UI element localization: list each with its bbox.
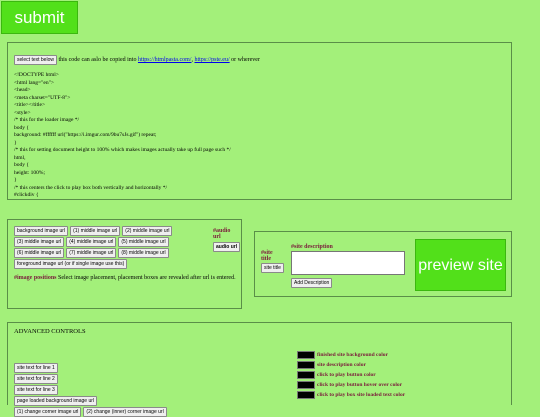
image-positions-label: #image positions	[14, 275, 57, 281]
middle-image-7-url-button[interactable]: (7) middle image url	[66, 248, 117, 258]
site-title-button[interactable]: site title	[261, 263, 284, 273]
color-row: finished site background color	[297, 351, 405, 359]
or-wherever-text: or wherever	[229, 57, 260, 63]
middle-image-4-url-button[interactable]: (4) middle image url	[66, 237, 117, 247]
middle-image-5-url-button[interactable]: (5) middle image url	[118, 237, 169, 247]
background-color-picker[interactable]	[297, 351, 315, 359]
color-label: click to play box site loaded text color	[317, 392, 406, 398]
color-label: finished site background color	[317, 352, 388, 358]
corner-image-1-button[interactable]: (1) change corner image url	[14, 407, 82, 417]
middle-image-1-url-button[interactable]: (1) middle image url	[70, 226, 121, 236]
color-row: click to play box site loaded text color	[297, 391, 405, 399]
middle-image-3-url-button[interactable]: (3) middle image url	[14, 237, 65, 247]
description-color-picker[interactable]	[297, 361, 315, 369]
background-image-url-button[interactable]: background image url	[14, 226, 69, 236]
preview-site-button[interactable]: preview site	[415, 239, 506, 291]
code-text[interactable]: <!DOCTYPE html> <html lang="en"> <head> …	[14, 72, 505, 198]
site-description-label: #site description	[291, 244, 333, 250]
site-description-input[interactable]	[291, 251, 405, 275]
audio-url-button[interactable]: audio url	[213, 242, 241, 252]
copy-note: this code can aslo be copied into	[58, 57, 137, 63]
image-positions: #image positions Select image placement,…	[14, 275, 239, 282]
middle-image-8-url-button[interactable]: (8) middle image url	[118, 248, 169, 258]
color-row: click to play button color	[297, 371, 405, 379]
foreground-image-url-button[interactable]: foreground image url (or if single image…	[14, 259, 128, 269]
play-button-color-picker[interactable]	[297, 371, 315, 379]
middle-image-2-url-button[interactable]: (2) middle image url	[122, 226, 173, 236]
loaded-text-color-picker[interactable]	[297, 391, 315, 399]
select-text-button[interactable]: select text below	[14, 55, 57, 65]
color-row: site description color	[297, 361, 405, 369]
color-label: click to play button color	[317, 372, 376, 378]
site-text-line-1-button[interactable]: site text for line 1	[14, 363, 58, 373]
color-row: click to play button hover over color	[297, 381, 405, 389]
code-panel: select text below this code can aslo be …	[7, 42, 512, 200]
corner-image-buttons: (1) change corner image url (2) change (…	[14, 407, 167, 417]
audio-label: #audio url	[213, 228, 231, 240]
images-panel: background image url (1) middle image ur…	[7, 219, 242, 309]
image-url-buttons: background image url (1) middle image ur…	[14, 226, 194, 269]
site-description-section: #site description Add Description	[291, 244, 405, 288]
pste-link[interactable]: https://pste.eu/	[194, 57, 229, 63]
site-text-line-2-button[interactable]: site text for line 2	[14, 374, 58, 384]
add-description-button[interactable]: Add Description	[291, 278, 333, 288]
color-label: click to play button hover over color	[317, 382, 403, 388]
advanced-controls-title: ADVANCED CONTROLS	[14, 328, 86, 335]
site-title-section: #site title site title	[261, 250, 284, 273]
htmlpasta-link[interactable]: https://htmlpasta.com/	[138, 57, 192, 63]
advanced-text-buttons: site text for line 1 site text for line …	[14, 363, 214, 417]
play-button-hover-color-picker[interactable]	[297, 381, 315, 389]
image-positions-text: Select image placement, placement boxes …	[56, 275, 236, 281]
site-title-label: #site title	[261, 250, 273, 262]
advanced-controls-panel: ADVANCED CONTROLS site text for line 1 s…	[7, 322, 512, 417]
corner-image-2-button[interactable]: (2) change (inner) corner image url	[83, 407, 167, 417]
site-panel: #site title site title #site description…	[254, 231, 512, 297]
site-text-line-3-button[interactable]: site text for line 3	[14, 385, 58, 395]
color-controls: finished site background color site desc…	[297, 351, 405, 399]
audio-section: #audio url audio url	[213, 228, 241, 252]
color-label: site description color	[317, 362, 366, 368]
middle-image-6-url-button[interactable]: (6) middle image url	[14, 248, 65, 258]
submit-button[interactable]: submit	[1, 1, 78, 34]
code-header: select text below this code can aslo be …	[14, 55, 505, 65]
